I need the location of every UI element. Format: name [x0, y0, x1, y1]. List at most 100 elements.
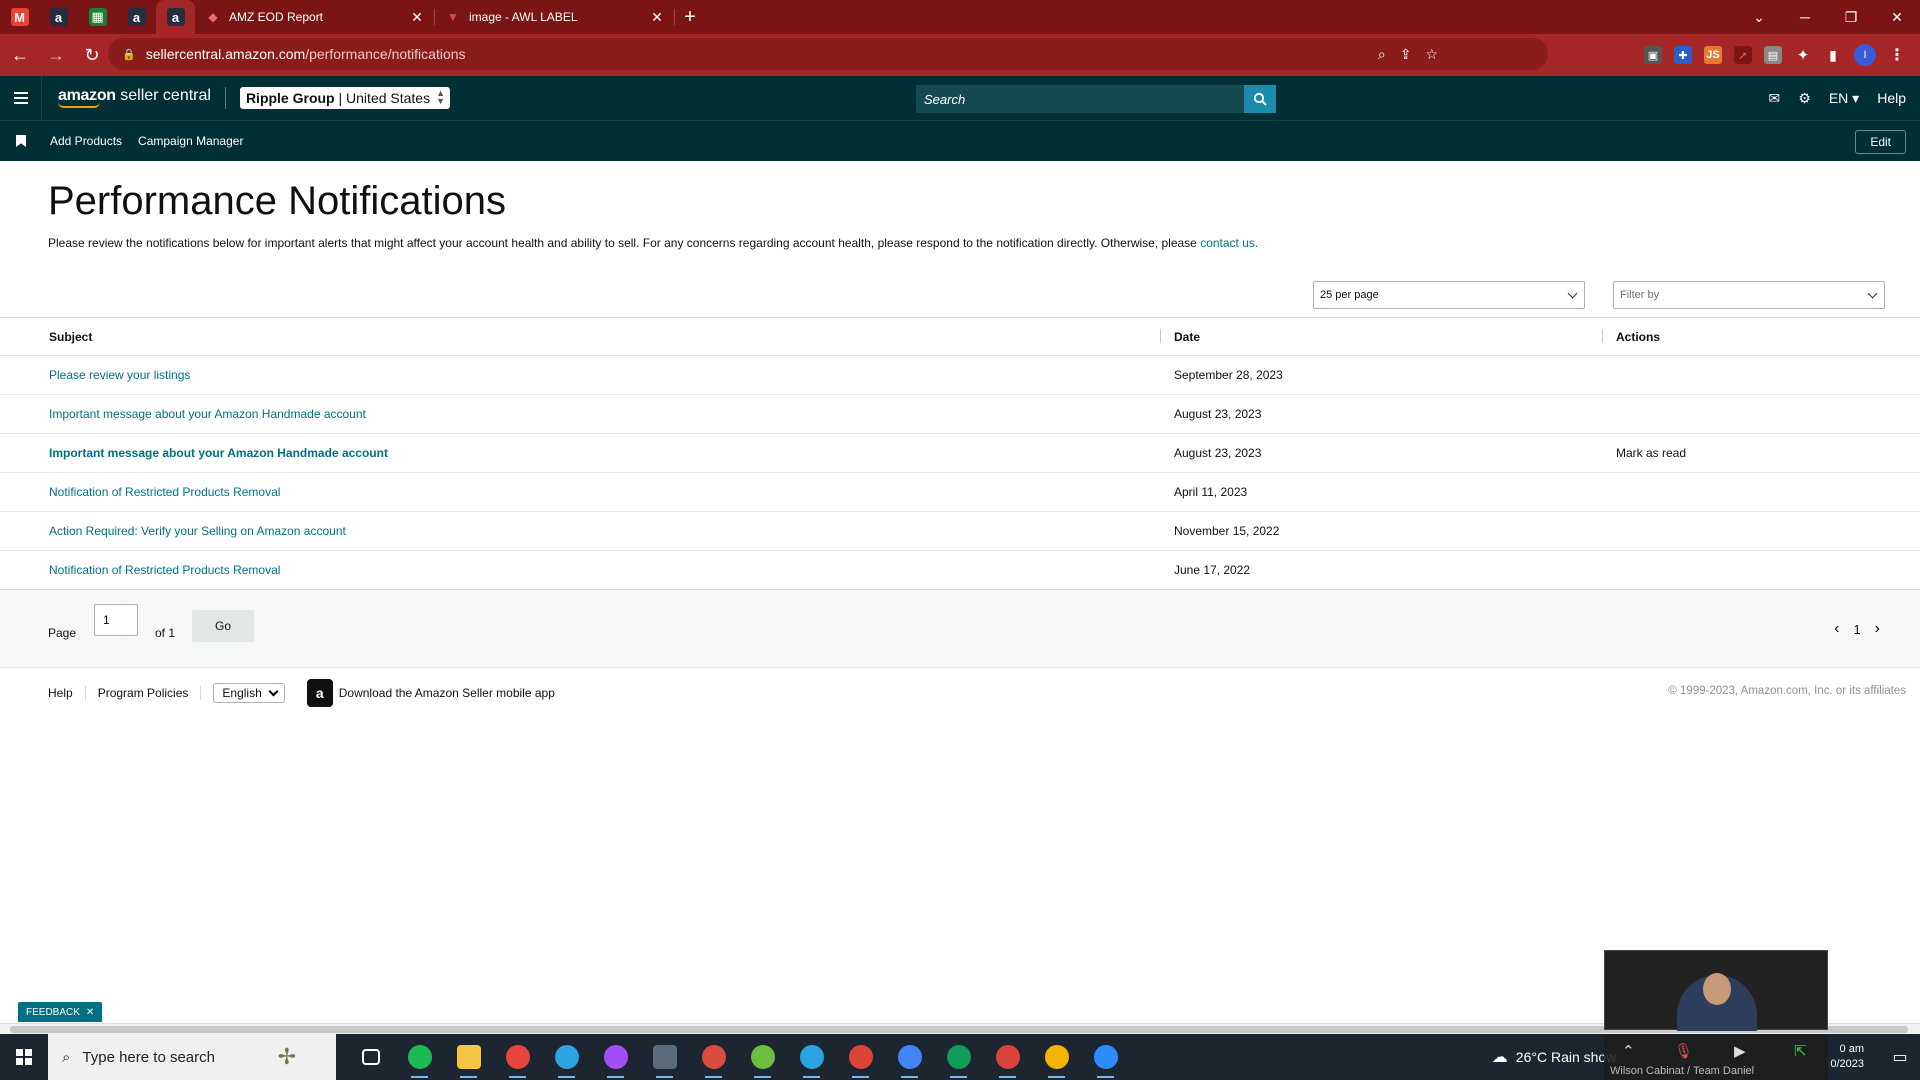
zoom-icon[interactable]: ⌕ [1378, 46, 1386, 63]
taskbar-app[interactable] [787, 1034, 836, 1080]
hamburger-menu-icon[interactable] [0, 76, 42, 120]
close-window-button[interactable]: ✕ [1874, 0, 1920, 34]
download-app-link[interactable]: Download the Amazon Seller mobile app [339, 686, 555, 700]
footer-help-link[interactable]: Help [48, 686, 73, 700]
browser-tab[interactable]: ▼ image - AWL LABEL ✕ [435, 0, 675, 34]
chrome-profile-icon [995, 1045, 1020, 1069]
back-button[interactable]: ← [4, 39, 36, 71]
settings-gear-icon[interactable]: ⚙ [1798, 90, 1811, 107]
taskbar-app[interactable] [1032, 1034, 1081, 1080]
browser-menu-icon[interactable]: ⋮ [1888, 46, 1906, 64]
filter-select[interactable]: Filter by [1613, 281, 1885, 309]
taskbar-app[interactable] [934, 1034, 983, 1080]
extension-off-icon[interactable]: ▣ [1644, 46, 1662, 64]
forward-button[interactable]: → [40, 39, 72, 71]
mic-muted-icon[interactable]: 🎙 [1674, 1042, 1693, 1060]
taskbar-app[interactable] [444, 1034, 493, 1080]
chevron-left-icon[interactable]: ‹ [1834, 620, 1839, 638]
go-button[interactable]: Go [192, 610, 254, 642]
start-button[interactable] [0, 1034, 48, 1080]
taskbar-app[interactable] [738, 1034, 787, 1080]
taskbar-app[interactable] [395, 1034, 444, 1080]
edit-bookmarks-button[interactable]: Edit [1855, 130, 1906, 154]
notification-subject-link[interactable]: Notification of Restricted Products Remo… [49, 485, 280, 499]
notification-date: September 28, 2023 [1174, 368, 1283, 382]
taskbar-app[interactable] [885, 1034, 934, 1080]
page-1-link[interactable]: 1 [1853, 622, 1860, 637]
seller-central-logo[interactable]: amazon seller central [58, 88, 211, 108]
taskbar-app[interactable] [346, 1034, 395, 1080]
notification-subject-link[interactable]: Action Required: Verify your Selling on … [49, 524, 346, 538]
minimize-button[interactable]: ─ [1782, 0, 1828, 34]
camera-icon[interactable]: ▶ [1734, 1042, 1746, 1060]
restore-button[interactable]: ❐ [1828, 0, 1874, 34]
taskbar-app[interactable] [1081, 1034, 1130, 1080]
weather-icon[interactable]: ☁ [1492, 1047, 1508, 1067]
extension-puzzle-blue-icon[interactable]: ✚ [1674, 46, 1692, 64]
notification-subject-link[interactable]: Notification of Restricted Products Remo… [49, 563, 280, 577]
tab-search-icon[interactable]: ⌄ [1736, 0, 1782, 34]
per-page-select[interactable]: 25 per page [1313, 281, 1585, 309]
taskbar-app[interactable] [493, 1034, 542, 1080]
extensions-puzzle-icon[interactable]: ✦ [1794, 46, 1812, 64]
pinned-tab[interactable]: M [0, 0, 39, 34]
page-of-label: of 1 [155, 626, 176, 640]
weather-text[interactable]: 26°C Rain show [1516, 1049, 1617, 1065]
pinned-tab[interactable]: ▦ [78, 0, 117, 34]
browser-tab[interactable]: ◆ AMZ EOD Report ✕ [195, 0, 435, 34]
close-icon[interactable]: ✕ [86, 1007, 94, 1018]
new-tab-button[interactable]: + [675, 2, 705, 32]
chevron-up-icon[interactable]: ⌃ [1622, 1042, 1635, 1060]
close-tab-icon[interactable]: ✕ [649, 9, 665, 25]
chevron-right-icon[interactable]: › [1875, 620, 1880, 638]
page-number-input[interactable] [94, 604, 138, 636]
extension-js-icon[interactable]: JS [1704, 46, 1722, 64]
mail-icon[interactable]: ✉ [1769, 90, 1781, 107]
nav-add-products[interactable]: Add Products [50, 134, 122, 148]
extension-doc-icon[interactable]: ▤ [1764, 46, 1782, 64]
notification-subject-link[interactable]: Important message about your Amazon Hand… [49, 407, 366, 421]
address-bar[interactable]: 🔒 sellercentral.amazon.com/performance/n… [108, 38, 1548, 70]
notification-subject-link[interactable]: Please review your listings [49, 368, 190, 382]
header-subject[interactable]: Subject [49, 330, 92, 344]
meeting-video-thumbnail[interactable] [1604, 950, 1828, 1031]
mark-as-read-action[interactable]: Mark as read [1616, 446, 1686, 460]
share-screen-icon[interactable]: ⇱ [1794, 1042, 1807, 1060]
taskbar-app[interactable] [836, 1034, 885, 1080]
telegram-icon [799, 1045, 824, 1069]
account-switcher[interactable]: Ripple Group | United States ▲ ▼ [239, 87, 451, 109]
taskbar-app[interactable] [640, 1034, 689, 1080]
taskbar-app[interactable] [689, 1034, 738, 1080]
pinned-tab[interactable]: a [39, 0, 78, 34]
footer-language-select[interactable]: English [213, 683, 285, 703]
pinned-tab[interactable]: a [156, 0, 195, 34]
profile-avatar[interactable]: I [1854, 44, 1876, 66]
search-input[interactable] [916, 85, 1244, 113]
notification-subject-link[interactable]: Important message about your Amazon Hand… [49, 446, 388, 460]
contact-us-link[interactable]: contact us. [1200, 236, 1258, 250]
amazon-seller-app-icon[interactable]: a [306, 679, 333, 707]
close-tab-icon[interactable]: ✕ [409, 9, 425, 25]
search-button[interactable] [1244, 85, 1276, 113]
help-link[interactable]: Help [1877, 90, 1906, 106]
nav-campaign-manager[interactable]: Campaign Manager [138, 134, 243, 148]
sheets-icon: ▦ [88, 8, 107, 26]
bookmark-icon[interactable] [16, 135, 26, 147]
taskbar-search[interactable]: ⌕ Type here to search ✢ [48, 1034, 336, 1080]
pinned-tab[interactable]: a [117, 0, 156, 34]
notification-center-icon[interactable]: ▭ [1880, 1034, 1920, 1080]
clock[interactable]: 0 am 0/2023 [1830, 1042, 1864, 1072]
bookmark-star-icon[interactable]: ☆ [1425, 46, 1438, 63]
language-selector[interactable]: EN ▾ [1829, 90, 1859, 107]
extension-arrow-icon[interactable]: ➚ [1734, 46, 1752, 64]
feedback-button[interactable]: FEEDBACK ✕ [18, 1002, 103, 1022]
footer-program-policies-link[interactable]: Program Policies [98, 686, 189, 700]
reload-button[interactable]: ↻ [76, 39, 108, 71]
taskbar-app[interactable] [542, 1034, 591, 1080]
taskbar-app[interactable] [591, 1034, 640, 1080]
taskbar-app[interactable] [983, 1034, 1032, 1080]
share-icon[interactable]: ⇪ [1400, 46, 1412, 63]
side-panel-icon[interactable]: ▮ [1824, 46, 1842, 64]
header-date[interactable]: Date [1174, 330, 1200, 344]
bookmarks-bar: Add Products Campaign Manager Edit [0, 120, 1920, 161]
